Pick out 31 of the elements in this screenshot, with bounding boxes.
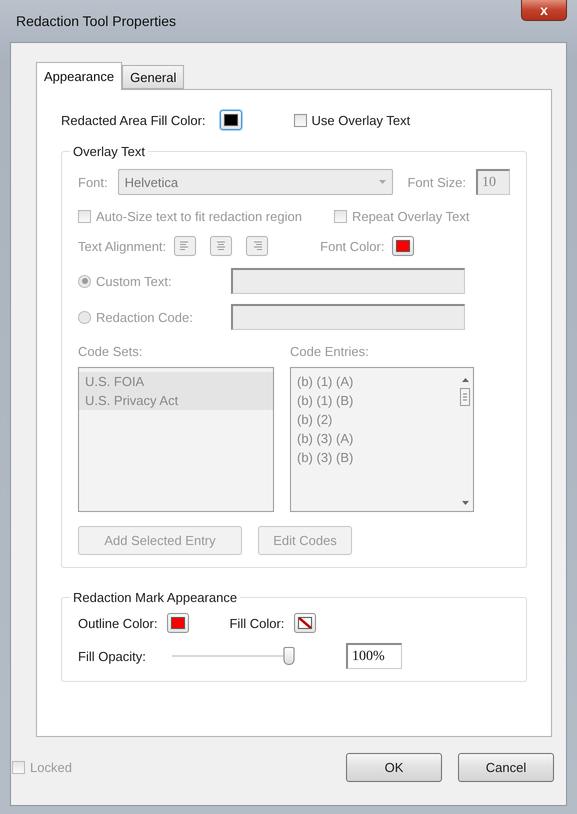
color-swatch[interactable] xyxy=(167,613,190,633)
checkbox-label: Locked xyxy=(30,760,72,774)
group-title: Redaction Mark Appearance xyxy=(72,590,238,605)
dialog-button[interactable]: Cancel xyxy=(458,752,554,782)
checkbox[interactable] xyxy=(294,114,307,126)
field-label: Font: xyxy=(78,174,108,190)
dialog-button[interactable]: OK xyxy=(346,752,442,782)
group-title: Overlay Text xyxy=(72,144,146,159)
list-label: Code Sets: xyxy=(78,344,144,359)
list-label: Code Entries: xyxy=(290,344,370,359)
checkbox-label: Auto-Size text to fit redaction region xyxy=(96,209,302,224)
dropdown-arrow-icon xyxy=(379,180,386,184)
opacity-slider[interactable] xyxy=(172,646,294,666)
checkbox-label: Repeat Overlay Text xyxy=(352,209,470,224)
radio-label: Redaction Code: xyxy=(96,310,194,324)
field-label: Font Color: xyxy=(320,238,384,254)
tab[interactable]: Appearance xyxy=(36,62,122,90)
close-button[interactable]: x xyxy=(521,0,567,21)
color-swatch[interactable] xyxy=(294,613,316,633)
color-swatch[interactable] xyxy=(220,110,242,130)
checkbox-label: Use Overlay Text xyxy=(312,112,410,128)
field-label: Font Size: xyxy=(407,174,466,190)
field-label: Fill Opacity: xyxy=(78,648,147,664)
field-label: Redacted Area Fill Color: xyxy=(61,112,206,128)
opacity-field[interactable]: 100% xyxy=(346,643,402,669)
field-label: Fill Color: xyxy=(229,616,284,630)
field-label: Text Alignment: xyxy=(78,238,166,254)
radio-label: Custom Text: xyxy=(96,274,173,288)
tab[interactable]: General xyxy=(122,65,184,89)
field-label: Outline Color: xyxy=(78,616,158,630)
window-title: Redaction Tool Properties xyxy=(16,13,176,29)
